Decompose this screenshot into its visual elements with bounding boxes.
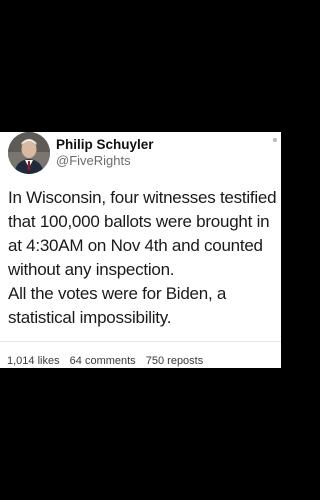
post-text-line: statistical impossibility. xyxy=(8,308,172,327)
post-text: In Wisconsin, four witnesses testified t… xyxy=(8,186,280,330)
author-handle[interactable]: @FiveRights xyxy=(56,153,131,168)
post-text-line: at 4:30AM on Nov 4th and counted xyxy=(8,236,263,255)
post-text-line: without any inspection. xyxy=(8,260,175,279)
post-text-line: In Wisconsin, four witnesses testified xyxy=(8,188,277,207)
reposts-count[interactable]: 750 reposts xyxy=(146,355,203,367)
divider xyxy=(0,341,281,342)
post-stats: 1,014 likes 64 comments 750 reposts xyxy=(7,355,203,367)
author-name[interactable]: Philip Schuyler xyxy=(56,137,154,152)
post-text-line: that 100,000 ballots were brought in xyxy=(8,212,270,231)
more-dot-icon[interactable] xyxy=(273,138,277,142)
post-card: Philip Schuyler @FiveRights In Wisconsin… xyxy=(0,132,281,368)
post-text-line: All the votes were for Biden, a xyxy=(8,284,227,303)
avatar[interactable] xyxy=(8,132,50,174)
likes-count[interactable]: 1,014 likes xyxy=(7,355,60,367)
avatar-photo xyxy=(8,132,50,174)
comments-count[interactable]: 64 comments xyxy=(70,355,136,367)
screen: Philip Schuyler @FiveRights In Wisconsin… xyxy=(0,0,281,500)
